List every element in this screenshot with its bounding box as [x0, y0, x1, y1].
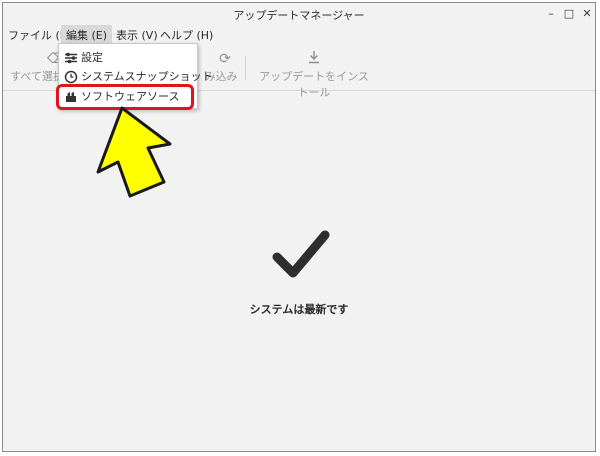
- maximize-button[interactable]: □: [561, 6, 577, 22]
- menu-item-preferences[interactable]: 設定: [59, 48, 197, 68]
- clear-selection-label: すべて選択: [10, 70, 64, 83]
- clock-icon: [64, 70, 78, 84]
- title-bar: アップデートマネージャー – □ ✕: [3, 3, 595, 25]
- annotation-arrow-icon: [80, 104, 180, 204]
- minimize-button[interactable]: –: [543, 6, 559, 22]
- window-title: アップデートマネージャー: [233, 9, 365, 22]
- close-button[interactable]: ✕: [579, 6, 595, 22]
- toolbar-separator: [245, 56, 246, 80]
- status-message: システムは最新です: [249, 303, 349, 316]
- clear-icon: ⌫: [47, 51, 67, 67]
- checkmark-icon: [271, 229, 331, 285]
- install-updates-button[interactable]: アップデートをインストール: [255, 50, 373, 100]
- menu-item-label: 設定: [81, 51, 103, 64]
- download-icon: [255, 50, 373, 68]
- install-updates-label: アップデートをインストール: [259, 70, 369, 99]
- settings-icon: [64, 51, 78, 65]
- refresh-icon: ⟳: [219, 51, 231, 67]
- clear-selection-button[interactable]: ⌫ すべて選択: [9, 50, 67, 84]
